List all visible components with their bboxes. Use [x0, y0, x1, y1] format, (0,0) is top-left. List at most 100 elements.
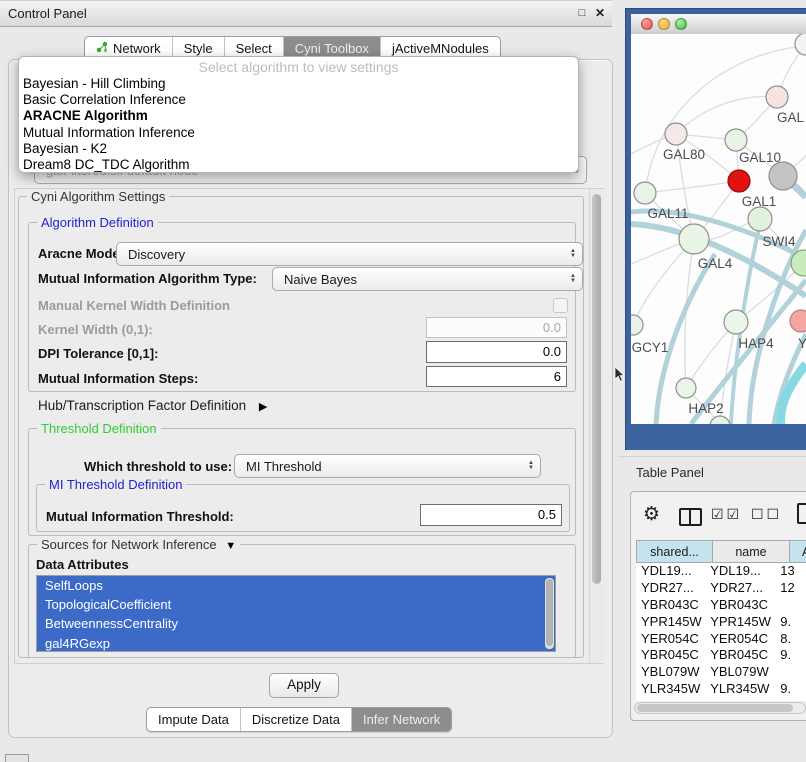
column-header-shared-name[interactable]: shared... — [636, 540, 713, 563]
settings-scrollbar[interactable] — [589, 189, 604, 663]
kernel-width-field[interactable]: 0.0 — [426, 317, 567, 338]
unchecked-columns-icon[interactable]: ☐☐ — [751, 507, 782, 523]
cyni-bottom-tabbar: Impute Data Discretize Data Infer Networ… — [146, 707, 452, 732]
node-label: HAP2 — [688, 401, 723, 416]
mi-steps-field[interactable]: 6 — [426, 366, 567, 387]
node-gal80[interactable] — [665, 123, 687, 145]
node-label: HAP4 — [738, 336, 774, 351]
node-label: GAL1 — [742, 194, 777, 209]
document-icon[interactable] — [797, 503, 806, 524]
table-row[interactable]: YIL052CYIL052C9. — [636, 698, 806, 701]
node-label: GAL4 — [698, 256, 733, 271]
algorithm-option[interactable]: Bayesian - Hill Climbing — [19, 76, 578, 92]
algorithm-option[interactable]: Bayesian - K2 — [19, 141, 578, 157]
node-hap4[interactable] — [724, 310, 748, 334]
table-row[interactable]: YBR043CYBR043C — [636, 597, 806, 614]
table-header: shared... name A — [636, 540, 806, 563]
table-horizontal-scrollbar-thumb[interactable] — [637, 704, 793, 712]
gear-icon[interactable]: ⚙ — [643, 503, 660, 525]
algorithm-dropdown-popup: Select algorithm to view settings Bayesi… — [18, 56, 579, 173]
dpi-tolerance-field[interactable]: 0.0 — [426, 341, 567, 363]
apply-button[interactable]: Apply — [269, 673, 339, 698]
node[interactable] — [710, 416, 730, 424]
network-graph: GAL GAL80 GAL10 GAL1 GAL11 SWI4 GAL4 GCY… — [631, 34, 806, 424]
which-threshold-combo[interactable]: MI Threshold ▲▼ — [234, 454, 541, 478]
list-item[interactable]: TopologicalCoefficient — [37, 595, 555, 614]
table-row[interactable]: YPR145WYPR145W9. — [636, 614, 806, 631]
node-label: GAL10 — [739, 150, 781, 165]
algorithm-definition-title: Algorithm Definition — [37, 215, 158, 230]
algorithm-option[interactable]: Dream8 DC_TDC Algorithm — [19, 157, 578, 173]
hub-definition-row[interactable]: Hub/Transcription Factor Definition ▶ — [38, 398, 267, 413]
node-gcy1[interactable] — [631, 315, 643, 335]
close-panel-icon[interactable]: ✕ — [592, 1, 608, 26]
which-threshold-label: Which threshold to use: — [84, 459, 232, 474]
table-horizontal-scrollbar[interactable] — [634, 702, 806, 714]
column-header-clipped[interactable]: A — [790, 540, 806, 563]
combo-stepper-icon: ▲▼ — [570, 249, 576, 259]
traffic-zoom-icon[interactable] — [675, 18, 687, 30]
manual-kernel-width-label: Manual Kernel Width Definition — [38, 298, 230, 313]
list-scrollbar[interactable] — [545, 578, 554, 649]
list-scrollbar-thumb[interactable] — [546, 579, 553, 646]
traffic-close-icon[interactable] — [641, 18, 653, 30]
control-panel-titlebar: Control Panel □ ✕ — [0, 0, 612, 27]
table-row[interactable]: YDR27...YDR27...12 — [636, 580, 806, 597]
algorithm-placeholder: Select algorithm to view settings — [19, 59, 578, 76]
list-item[interactable]: SelfLoops — [37, 576, 555, 595]
node-label: GAL11 — [647, 206, 688, 221]
tab-discretize-data[interactable]: Discretize Data — [240, 708, 351, 731]
aracne-mode-combo[interactable]: Discovery ▲▼ — [116, 242, 583, 266]
mi-algorithm-type-combo[interactable]: Naive Bayes ▲▼ — [272, 267, 583, 291]
network-canvas[interactable]: GAL GAL80 GAL10 GAL1 GAL11 SWI4 GAL4 GCY… — [631, 34, 806, 424]
mi-algorithm-type-label: Mutual Information Algorithm Type: — [38, 271, 257, 286]
node[interactable] — [790, 310, 806, 332]
checked-columns-icon[interactable]: ☑☑ — [711, 507, 742, 523]
algorithm-option[interactable]: Basic Correlation Inference — [19, 92, 578, 108]
tab-impute-data[interactable]: Impute Data — [147, 708, 240, 731]
node[interactable] — [766, 86, 788, 108]
data-attributes-list[interactable]: SelfLoops TopologicalCoefficient Between… — [36, 575, 556, 652]
table-panel-title: Table Panel — [636, 465, 704, 480]
node-hap2[interactable] — [676, 378, 696, 398]
aracne-mode-label: Aracne Mode: — [38, 246, 124, 261]
node-gal11[interactable] — [634, 182, 656, 204]
mi-threshold-field[interactable]: 0.5 — [420, 504, 562, 526]
node-label: GAL — [777, 110, 805, 125]
manual-kernel-width-checkbox[interactable] — [553, 298, 568, 313]
list-item[interactable]: BetweennessCentrality — [37, 614, 555, 633]
tab-infer-network[interactable]: Infer Network — [351, 708, 451, 731]
data-attributes-label: Data Attributes — [36, 557, 129, 572]
settings-scrollbar-thumb[interactable] — [592, 194, 601, 584]
table-row[interactable]: YBR045CYBR045C9. — [636, 647, 806, 664]
node-gal1[interactable] — [728, 170, 750, 192]
sources-group-title: Sources for Network Inference ▼ — [37, 537, 240, 552]
float-window-icon[interactable]: □ — [574, 1, 590, 26]
dock-button-partial[interactable] — [5, 754, 29, 762]
node-gal10[interactable] — [725, 129, 747, 151]
expand-arrow-icon[interactable]: ▼ — [225, 540, 236, 552]
node[interactable] — [769, 162, 797, 190]
node-swi4[interactable] — [748, 207, 772, 231]
table-panel-divider — [618, 456, 806, 457]
network-tab-icon — [96, 41, 108, 56]
algorithm-option[interactable]: Mutual Information Inference — [19, 125, 578, 141]
list-item[interactable]: gal4RGexp — [37, 634, 555, 652]
table-row[interactable]: YDL19...YDL19...13 — [636, 563, 806, 580]
node-gal4[interactable] — [679, 224, 709, 254]
table-body[interactable]: YDL19...YDL19...13 YDR27...YDR27...12 YB… — [636, 563, 806, 701]
split-view-icon[interactable] — [679, 508, 702, 526]
tab-network-label: Network — [113, 41, 161, 56]
network-window-titlebar[interactable] — [631, 14, 806, 35]
algorithm-option-selected[interactable]: ARACNE Algorithm — [19, 108, 578, 124]
node-label: GCY1 — [632, 340, 669, 355]
column-header-name[interactable]: name — [713, 540, 790, 563]
mouse-cursor — [613, 366, 625, 389]
traffic-minimize-icon[interactable] — [658, 18, 670, 30]
dpi-tolerance-label: DPI Tolerance [0,1]: — [38, 346, 158, 361]
node[interactable] — [795, 34, 806, 55]
collapse-arrow-icon[interactable]: ▶ — [259, 401, 267, 413]
table-row[interactable]: YLR345WYLR345W9. — [636, 681, 806, 698]
table-row[interactable]: YBL079WYBL079W — [636, 664, 806, 681]
table-row[interactable]: YER054CYER054C8. — [636, 631, 806, 648]
